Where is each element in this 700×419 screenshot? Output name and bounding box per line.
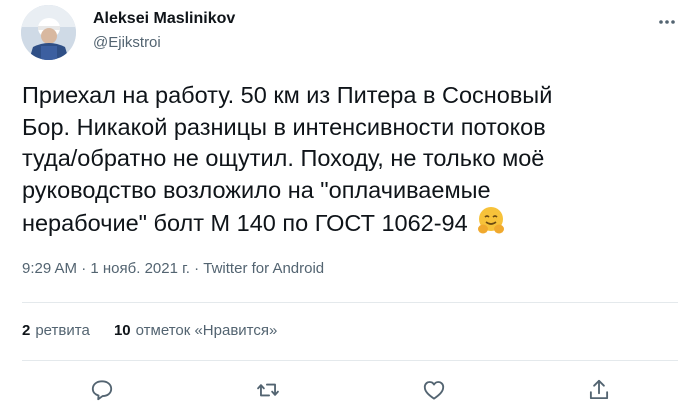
share-icon[interactable] (586, 377, 612, 403)
likes-count: 10 (113, 322, 131, 339)
retweets-count: 2 (22, 322, 31, 339)
tweet-source[interactable]: Twitter for Android (203, 260, 324, 277)
hugging-face-emoji-icon (476, 206, 506, 236)
reply-icon[interactable] (89, 377, 115, 403)
tweet-time[interactable]: 9:29 AM (22, 260, 77, 277)
author-name[interactable]: Aleksei Maslinikov (93, 10, 235, 28)
likes-label: отметок «Нравится» (135, 322, 278, 339)
tweet-text: Приехал на работу. 50 км из Питера в Сос… (22, 80, 672, 240)
retweets-label: ретвита (35, 322, 90, 339)
tweet-stats: 2 ретвита 10 отметок «Нравится» (22, 322, 297, 339)
retweet-icon[interactable] (255, 377, 281, 403)
tweet-body: Приехал на работу. 50 км из Питера в Сос… (22, 82, 553, 236)
avatar-image (21, 5, 76, 60)
divider (22, 302, 678, 303)
like-icon[interactable] (421, 377, 447, 403)
tweet-date[interactable]: 1 нояб. 2021 г. (90, 260, 190, 277)
author-handle[interactable]: @Ejikstroi (93, 34, 161, 51)
tweet-card: Aleksei Maslinikov @Ejikstroi Приехал на… (0, 0, 700, 419)
divider (22, 360, 678, 361)
more-options-icon[interactable] (654, 12, 680, 32)
tweet-meta: 9:29 AM · 1 нояб. 2021 г. · Twitter for … (22, 260, 324, 277)
avatar[interactable] (21, 5, 76, 60)
meta-separator: · (81, 260, 87, 277)
meta-separator-2: · (194, 260, 200, 277)
likes-stat[interactable]: 10 отметок «Нравится» (114, 322, 277, 339)
retweets-stat[interactable]: 2 ретвита (22, 322, 90, 339)
